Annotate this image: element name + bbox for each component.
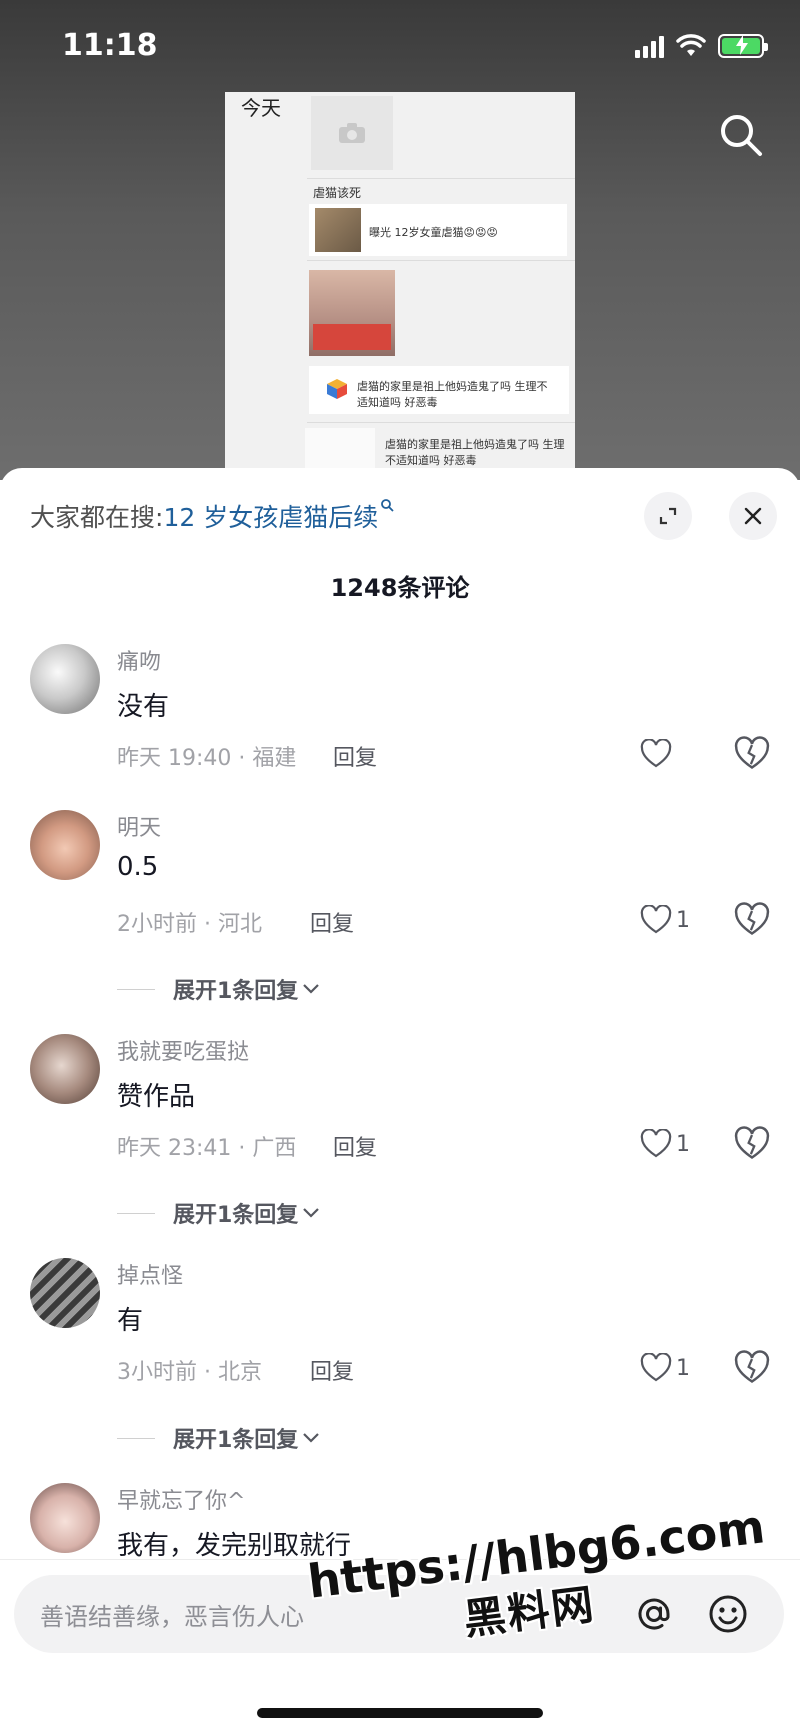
frame-today-label: 今天 [241, 96, 281, 120]
avatar[interactable] [30, 1258, 100, 1328]
chevron-down-icon [303, 1208, 320, 1218]
video-background[interactable]: 11:18 今天 虐猫该死 曝光 12岁女童虐猫😡😡😡 虐猫的家里是祖上他妈造鬼… [0, 0, 800, 480]
expand-replies-button[interactable]: 展开1条回复 [117, 1197, 320, 1229]
frame-thumbnail [315, 208, 361, 252]
like-button[interactable]: 1 [640, 1350, 700, 1386]
small-search-icon [381, 499, 394, 512]
app-cube-icon [327, 379, 347, 399]
comment-text: 0.5 [117, 852, 159, 882]
like-count: 1 [676, 907, 690, 933]
like-button[interactable]: 1 [640, 902, 700, 938]
like-count: 1 [676, 1131, 690, 1157]
expand-replies-label: 展开1条回复 [173, 1203, 299, 1228]
status-icons [635, 34, 768, 58]
comment-text: 没有 [117, 692, 170, 722]
close-button[interactable] [729, 492, 777, 540]
comment-username[interactable]: 掉点怪 [117, 1258, 183, 1290]
expand-button[interactable] [644, 492, 692, 540]
frame-message-2: 虐猫的家里是祖上他妈造鬼了吗 生理 [385, 438, 565, 451]
frame-label: 虐猫该死 [313, 186, 362, 200]
comment-username[interactable]: 明天 [117, 810, 161, 842]
avatar[interactable] [30, 810, 100, 880]
frame-message: 虐猫的家里是祖上他妈造鬼了吗 生理不 [357, 380, 548, 393]
like-count: 1 [676, 1355, 690, 1381]
wifi-icon [676, 34, 706, 56]
comment-meta: 昨天 23:41 · 广西 [117, 1136, 297, 1161]
chevron-down-icon [303, 1433, 320, 1443]
hot-search-link[interactable]: 大家都在搜:12 岁女孩虐猫后续 [30, 498, 394, 534]
heart-icon [640, 739, 672, 768]
comment-text: 有 [117, 1306, 144, 1336]
comment-item: 掉点怪 有 3小时前 · 北京 回复 1 [0, 1258, 800, 1408]
dislike-button[interactable] [734, 1350, 770, 1386]
reply-button[interactable]: 回复 [310, 1354, 354, 1386]
chevron-down-icon [303, 984, 320, 994]
reply-button[interactable]: 回复 [310, 906, 354, 938]
comment-meta: 3小时前 · 北京 [117, 1360, 262, 1385]
dislike-button[interactable] [734, 902, 770, 938]
close-icon [744, 507, 762, 525]
comment-meta: 昨天 19:40 · 福建 [117, 746, 297, 771]
home-indicator[interactable] [257, 1708, 543, 1718]
comment-count: 1248条评论 [330, 574, 470, 602]
comment-username[interactable]: 痛吻 [117, 644, 161, 676]
frame-message-2-cont: 不适知道吗 好恶毒 [385, 454, 477, 467]
expand-replies-button[interactable]: 展开1条回复 [117, 1422, 320, 1454]
comment-item: 明天 0.5 2小时前 · 河北 回复 1 [0, 810, 800, 960]
dislike-button[interactable] [734, 1126, 770, 1162]
comment-input-placeholder: 善语结善缘，恶言伤人心 [40, 1602, 304, 1631]
status-time: 11:18 [62, 28, 158, 63]
avatar[interactable] [30, 1034, 100, 1104]
battery-icon [718, 34, 768, 58]
like-button[interactable]: 1 [640, 1126, 700, 1162]
frame-share-text: 曝光 12岁女童虐猫😡😡😡 [369, 226, 498, 239]
cellular-signal-icon [635, 34, 664, 58]
avatar[interactable] [30, 1483, 100, 1553]
frame-message-cont: 适知道吗 好恶毒 [357, 396, 438, 409]
avatar[interactable] [30, 644, 100, 714]
hot-search-term[interactable]: 12 岁女孩虐猫后续 [163, 503, 378, 532]
camera-icon [311, 96, 393, 170]
heart-icon [640, 905, 672, 934]
video-frame: 今天 虐猫该死 曝光 12岁女童虐猫😡😡😡 虐猫的家里是祖上他妈造鬼了吗 生理不… [225, 92, 575, 480]
comment-meta: 2小时前 · 河北 [117, 912, 262, 937]
comment-text: 赞作品 [117, 1082, 196, 1112]
expand-icon [659, 507, 677, 525]
heart-icon [640, 1353, 672, 1382]
expand-replies-label: 展开1条回复 [173, 979, 299, 1004]
reply-button[interactable]: 回复 [333, 1130, 377, 1162]
comment-item: 痛吻 没有 昨天 19:40 · 福建 回复 [0, 644, 800, 794]
comment-username[interactable]: 早就忘了你^ [117, 1483, 245, 1515]
like-button[interactable] [640, 736, 700, 772]
status-bar: 11:18 [0, 0, 800, 96]
expand-replies-button[interactable]: 展开1条回复 [117, 973, 320, 1005]
comment-username[interactable]: 我就要吃蛋挞 [117, 1034, 249, 1066]
frame-photo-caption [313, 324, 391, 350]
expand-replies-label: 展开1条回复 [173, 1428, 299, 1453]
hot-search-prefix: 大家都在搜: [30, 503, 164, 532]
reply-button[interactable]: 回复 [333, 740, 377, 772]
comment-item: 我就要吃蛋挞 赞作品 昨天 23:41 · 广西 回复 1 [0, 1034, 800, 1184]
heart-icon [640, 1129, 672, 1158]
dislike-button[interactable] [734, 736, 770, 772]
search-icon[interactable] [716, 110, 766, 160]
